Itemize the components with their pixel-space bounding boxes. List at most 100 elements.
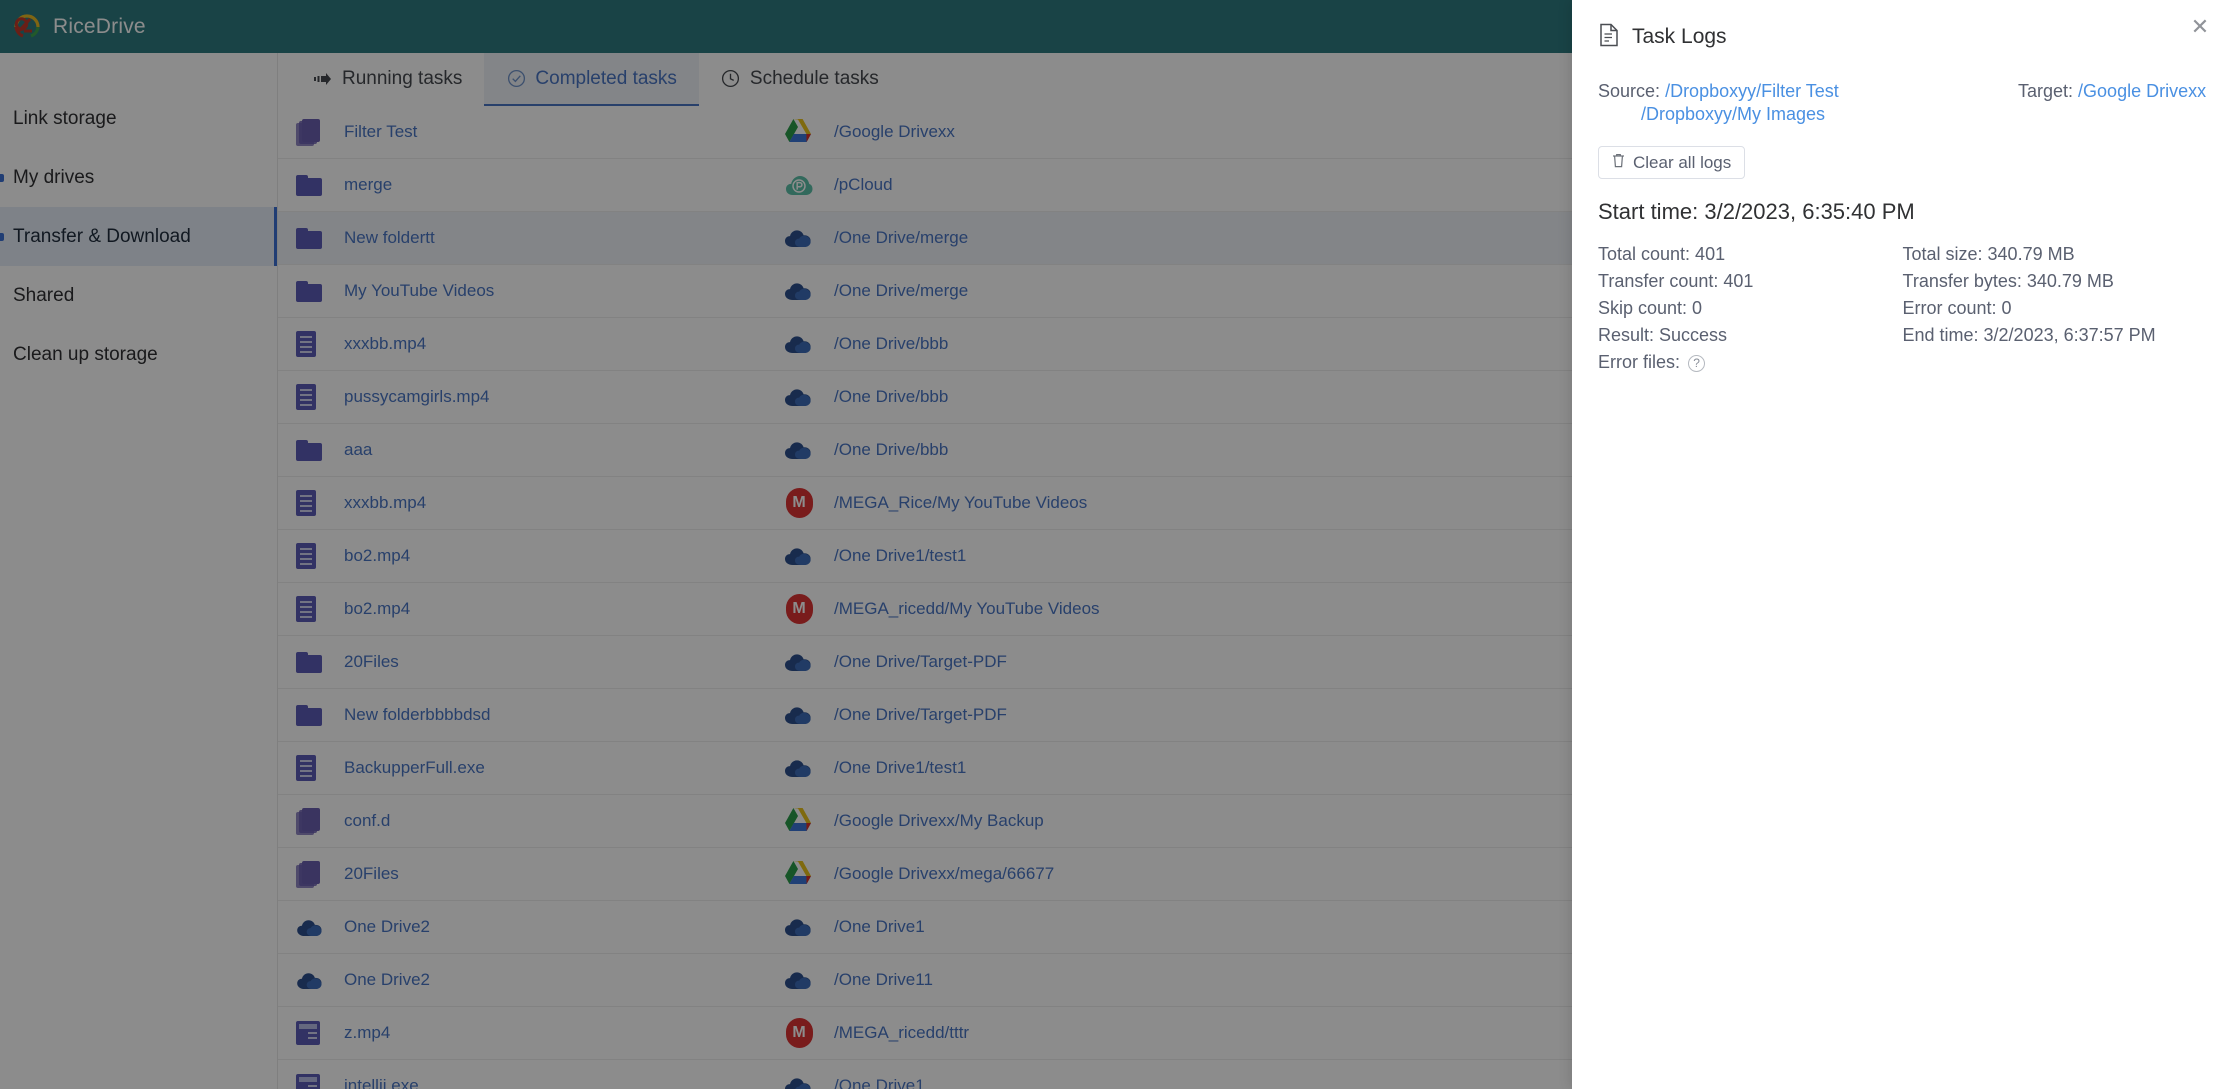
- onedrive-icon: [784, 387, 814, 407]
- onedrive-icon: [784, 758, 814, 778]
- task-type-icon-cell: [296, 490, 344, 516]
- onedrive-icon: [784, 652, 814, 672]
- stat-error-files: Error files: ?: [1598, 349, 1903, 376]
- onedrive-icon: [784, 970, 814, 990]
- sidebar-bullet-icon: [0, 232, 4, 241]
- task-name[interactable]: One Drive2: [344, 970, 774, 990]
- folder-icon: [296, 704, 322, 726]
- task-logs-header: Task Logs: [1598, 20, 2207, 54]
- source-path-1[interactable]: /Dropboxyy/Filter Test: [1665, 81, 1839, 101]
- document-icon: [1598, 23, 1620, 52]
- task-provider-icon-cell: [774, 334, 824, 354]
- source-target-row: Source: /Dropboxyy/Filter Test /Dropboxy…: [1598, 80, 2207, 126]
- source-path-2-line: /Dropboxyy/My Images: [1598, 103, 2018, 126]
- log-stats-right-column: Total size: 340.79 MB Transfer bytes: 34…: [1903, 241, 2208, 376]
- sidebar-item-label: Shared: [13, 284, 75, 306]
- tab-label: Schedule tasks: [749, 67, 879, 89]
- help-circle-icon[interactable]: ?: [1688, 354, 1706, 372]
- target-path[interactable]: /Google Drivexx: [2078, 81, 2206, 101]
- task-name[interactable]: My YouTube Videos: [344, 281, 774, 301]
- task-provider-icon-cell: [774, 546, 824, 566]
- start-time-heading: Start time: 3/2/2023, 6:35:40 PM: [1598, 199, 1915, 224]
- onedrive-icon: [784, 334, 814, 354]
- source-path-2[interactable]: /Dropboxyy/My Images: [1641, 104, 1825, 124]
- brand-logo-group[interactable]: RiceDrive: [12, 9, 146, 44]
- folder-icon: [296, 227, 322, 249]
- folder-icon: [296, 174, 322, 196]
- task-provider-icon-cell: [774, 860, 824, 888]
- task-name[interactable]: 20Files: [344, 864, 774, 884]
- clock-icon: [721, 69, 741, 89]
- target-line: Target: /Google Drivexx: [2018, 80, 2207, 103]
- task-type-icon-cell: [296, 118, 344, 146]
- onedrive-icon: [784, 705, 814, 725]
- task-name[interactable]: xxxbb.mp4: [344, 334, 774, 354]
- arrow-right-icon: [313, 69, 333, 89]
- sidebar-item-link-storage[interactable]: Link storage: [0, 89, 277, 148]
- task-provider-icon-cell: M: [774, 1018, 824, 1048]
- multiple-files-icon: [296, 860, 320, 888]
- task-name[interactable]: Filter Test: [344, 122, 774, 142]
- task-name[interactable]: bo2.mp4: [344, 546, 774, 566]
- task-type-icon-cell: [296, 596, 344, 622]
- file-icon: [296, 384, 316, 410]
- tab-schedule-tasks[interactable]: Schedule tasks: [699, 53, 901, 106]
- task-name[interactable]: xxxbb.mp4: [344, 493, 774, 513]
- mega-icon: M: [785, 488, 813, 518]
- sidebar-item-label: Clean up storage: [13, 343, 158, 365]
- sidebar-item-label: My drives: [13, 166, 95, 188]
- sidebar-item-label: Transfer & Download: [13, 225, 191, 247]
- sidebar-item-my-drives[interactable]: My drives: [0, 148, 277, 207]
- pcloud-icon: [785, 173, 813, 197]
- task-provider-icon-cell: [774, 970, 824, 990]
- task-type-icon-cell: [296, 1074, 344, 1089]
- source-label: Source:: [1598, 81, 1661, 101]
- stat-error-count: Error count: 0: [1902, 298, 2012, 318]
- tab-completed-tasks[interactable]: Completed tasks: [484, 53, 699, 106]
- multiple-files-icon: [296, 807, 320, 835]
- task-name[interactable]: bo2.mp4: [344, 599, 774, 619]
- task-provider-icon-cell: [774, 228, 824, 248]
- task-name[interactable]: New foldertt: [344, 228, 774, 248]
- task-type-icon-cell: [296, 543, 344, 569]
- task-name[interactable]: New folderbbbbdsd: [344, 705, 774, 725]
- sidebar-item-clean-up-storage[interactable]: Clean up storage: [0, 325, 277, 384]
- task-name[interactable]: 20Files: [344, 652, 774, 672]
- task-name[interactable]: BackupperFull.exe: [344, 758, 774, 778]
- task-name[interactable]: z.mp4: [344, 1023, 774, 1043]
- onedrive-icon: [784, 546, 814, 566]
- onedrive-icon: [784, 440, 814, 460]
- task-name[interactable]: aaa: [344, 440, 774, 460]
- task-name[interactable]: merge: [344, 175, 774, 195]
- stat-transfer-bytes: Transfer bytes: 340.79 MB: [1902, 271, 2114, 291]
- sidebar-item-transfer-download[interactable]: Transfer & Download: [0, 207, 277, 266]
- task-type-icon-cell: [296, 918, 344, 937]
- file-icon: [296, 596, 316, 622]
- task-name[interactable]: One Drive2: [344, 917, 774, 937]
- onedrive-icon: [784, 1076, 814, 1089]
- mega-icon: M: [785, 1018, 813, 1048]
- task-name[interactable]: pussycamgirls.mp4: [344, 387, 774, 407]
- task-provider-icon-cell: [774, 758, 824, 778]
- task-provider-icon-cell: [774, 440, 824, 460]
- close-icon[interactable]: ✕: [2187, 14, 2213, 40]
- folder-icon: [296, 439, 322, 461]
- google-drive-icon: [784, 118, 814, 146]
- file-icon: [296, 490, 316, 516]
- sidebar-nav: Link storage My drives Transfer & Downlo…: [0, 53, 278, 1089]
- task-type-icon-cell: [296, 384, 344, 410]
- tab-running-tasks[interactable]: Running tasks: [291, 53, 484, 106]
- sidebar-item-shared[interactable]: Shared: [0, 266, 277, 325]
- task-provider-icon-cell: [774, 652, 824, 672]
- clear-all-logs-label: Clear all logs: [1633, 152, 1732, 172]
- task-logs-title: Task Logs: [1632, 25, 1727, 48]
- target-block: Target: /Google Drivexx: [2018, 80, 2207, 126]
- task-name[interactable]: conf.d: [344, 811, 774, 831]
- tab-label: Completed tasks: [535, 67, 677, 89]
- task-type-icon-cell: [296, 971, 344, 990]
- task-type-icon-cell: [296, 280, 344, 302]
- media-file-icon: [296, 1074, 320, 1089]
- clear-all-logs-button[interactable]: Clear all logs: [1598, 146, 1746, 179]
- task-name[interactable]: intellij.exe: [344, 1076, 774, 1089]
- task-provider-icon-cell: [774, 917, 824, 937]
